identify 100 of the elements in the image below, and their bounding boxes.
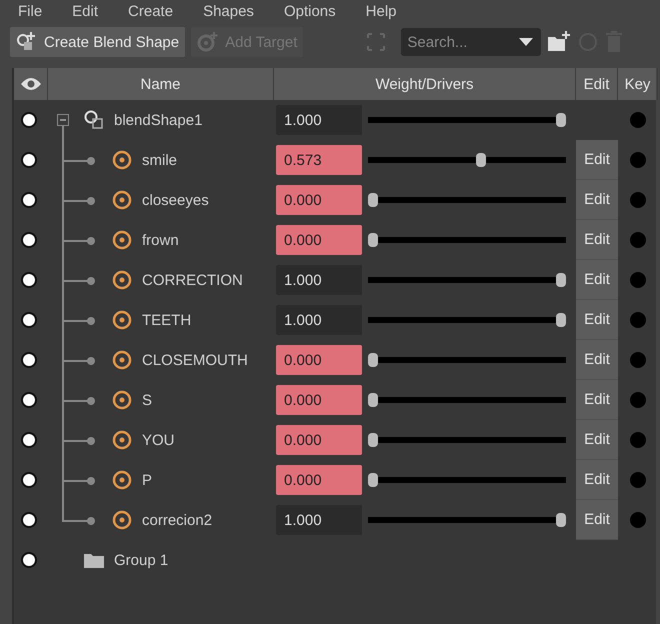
column-header[interactable]: Key (618, 68, 658, 100)
dropdown-icon[interactable] (519, 38, 534, 46)
target-name[interactable]: CLOSEMOUTH (142, 352, 248, 368)
target-name[interactable]: TEETH (142, 312, 192, 328)
visibility-dot[interactable] (23, 194, 35, 206)
slider-thumb[interactable] (368, 393, 378, 407)
weight-field[interactable]: 1.000 (276, 105, 362, 135)
key-dot[interactable] (630, 312, 646, 328)
target-name[interactable]: P (142, 472, 152, 488)
target-icon (112, 510, 132, 530)
visibility-dot[interactable] (23, 274, 35, 286)
tree-connector (62, 260, 96, 300)
weight-field[interactable]: 1.000 (276, 505, 362, 535)
weight-field[interactable]: 0.000 (276, 465, 362, 495)
search-field[interactable]: Search... (401, 28, 542, 56)
column-header[interactable]: Edit (576, 68, 618, 100)
tree-connector (62, 180, 96, 220)
visibility-dot[interactable] (23, 234, 35, 246)
key-dot[interactable] (630, 192, 646, 208)
menu-item[interactable]: Edit (72, 2, 98, 20)
menu-item[interactable]: Shapes (203, 2, 254, 20)
visibility-dot[interactable] (23, 394, 35, 406)
slider-thumb[interactable] (368, 353, 378, 367)
slider-thumb[interactable] (556, 513, 566, 527)
visibility-dot[interactable] (23, 434, 35, 446)
target-icon (112, 190, 132, 210)
new-folder-icon[interactable] (547, 31, 572, 53)
blend-shape-icon (84, 110, 104, 130)
slider-thumb[interactable] (368, 433, 378, 447)
target-icon (112, 270, 132, 290)
visibility-dot[interactable] (23, 554, 35, 566)
column-header[interactable]: Name (48, 68, 274, 100)
target-icon (112, 230, 132, 250)
target-icon (112, 390, 132, 410)
slider-thumb[interactable] (368, 473, 378, 487)
target-name[interactable]: S (142, 392, 152, 408)
target-name[interactable]: YOU (142, 432, 175, 448)
visibility-dot[interactable] (23, 474, 35, 486)
edit-button[interactable]: Edit (576, 140, 618, 180)
weight-field[interactable]: 0.000 (276, 185, 362, 215)
tree-connector (62, 380, 96, 420)
key-dot[interactable] (630, 112, 646, 128)
target-icon (112, 310, 132, 330)
edit-button[interactable]: Edit (576, 500, 618, 540)
target-icon (112, 430, 132, 450)
weight-field[interactable]: 0.000 (276, 225, 362, 255)
key-dot[interactable] (630, 472, 646, 488)
key-dot[interactable] (630, 272, 646, 288)
target-icon (112, 470, 132, 490)
edit-button[interactable]: Edit (576, 180, 618, 220)
tree-connector (62, 420, 96, 460)
edit-button[interactable]: Edit (576, 300, 618, 340)
key-dot[interactable] (630, 352, 646, 368)
slider-thumb[interactable] (556, 313, 566, 327)
edit-button[interactable]: Edit (576, 220, 618, 260)
menu-item[interactable]: Options (284, 2, 336, 20)
key-dot[interactable] (630, 432, 646, 448)
tree-connector (62, 300, 96, 340)
slider-thumb[interactable] (556, 273, 566, 287)
key-dot[interactable] (630, 512, 646, 528)
visibility-dot[interactable] (23, 314, 35, 326)
weight-field[interactable]: 0.000 (276, 345, 362, 375)
edit-button[interactable]: Edit (576, 460, 618, 500)
slider-thumb[interactable] (476, 153, 486, 167)
tree-connector (62, 220, 96, 260)
target-name[interactable]: smile (142, 152, 178, 168)
menu-item[interactable]: Create (128, 2, 174, 20)
edit-button[interactable]: Edit (576, 380, 618, 420)
weight-field[interactable]: 1.000 (276, 305, 362, 335)
group-name[interactable]: Group 1 (114, 552, 168, 568)
slider-thumb[interactable] (368, 193, 378, 207)
create-blend-shape-button[interactable]: Create Blend Shape (10, 27, 186, 57)
visibility-dot[interactable] (23, 514, 35, 526)
visibility-dot[interactable] (23, 114, 35, 126)
slider-thumb[interactable] (368, 233, 378, 247)
node-name[interactable]: blendShape1 (114, 112, 202, 128)
menu-item[interactable]: File (18, 2, 42, 20)
key-dot[interactable] (630, 392, 646, 408)
visibility-dot[interactable] (23, 354, 35, 366)
column-header[interactable]: Weight/Drivers (274, 68, 576, 100)
key-dot[interactable] (630, 232, 646, 248)
target-name[interactable]: CORRECTION (142, 272, 243, 288)
collapse-icon[interactable] (57, 114, 69, 126)
edit-button[interactable]: Edit (576, 340, 618, 380)
edit-button[interactable]: Edit (576, 260, 618, 300)
target-icon (112, 150, 132, 170)
target-name[interactable]: closeeyes (142, 192, 209, 208)
eye-icon (20, 77, 42, 91)
target-name[interactable]: frown (142, 232, 179, 248)
weight-field[interactable]: 0.000 (276, 425, 362, 455)
visibility-dot[interactable] (23, 154, 35, 166)
menu-item[interactable]: Help (366, 2, 396, 20)
edit-button[interactable]: Edit (576, 420, 618, 460)
target-name[interactable]: correcion2 (142, 512, 212, 528)
key-dot[interactable] (630, 152, 646, 168)
weight-field[interactable]: 0.573 (276, 145, 362, 175)
weight-field[interactable]: 1.000 (276, 265, 362, 295)
slider-thumb[interactable] (556, 113, 566, 127)
target-icon (112, 350, 132, 370)
weight-field[interactable]: 0.000 (276, 385, 362, 415)
